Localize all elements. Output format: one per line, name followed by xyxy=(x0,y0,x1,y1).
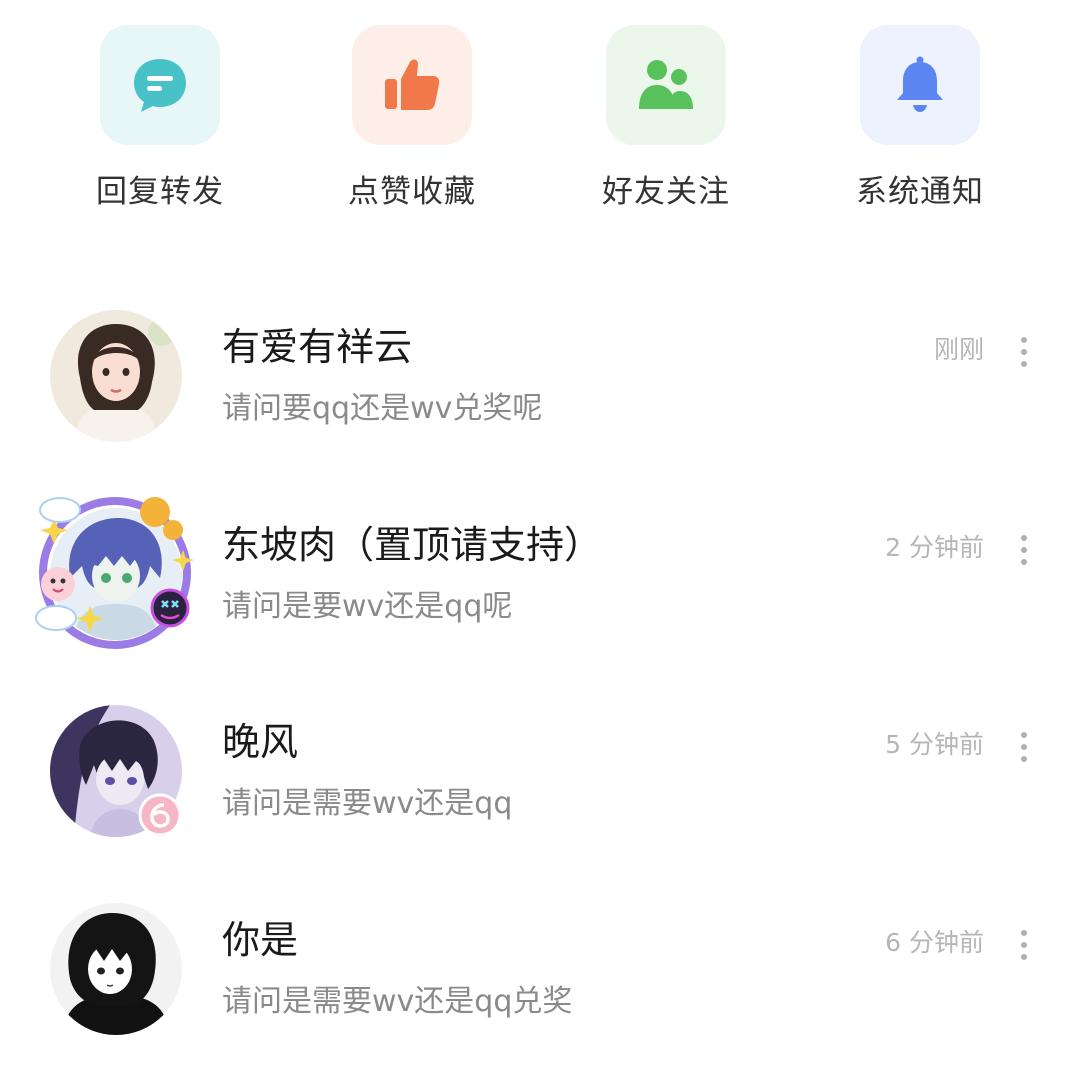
message-preview: 请问是要wv还是qq呢 xyxy=(222,589,513,624)
message-preview: 请问是需要wv还是qq xyxy=(222,786,513,821)
girl-portrait-avatar xyxy=(50,310,182,442)
reply-forward-tile xyxy=(100,25,220,145)
contact-name: 晚风 xyxy=(222,720,299,764)
system-notice-tile xyxy=(860,25,980,145)
contact-name: 你是 xyxy=(222,918,299,962)
message-category-bar: 回复转发 点赞收藏 好友关注 系统通知 xyxy=(0,0,1080,240)
system-notice-label: 系统通知 xyxy=(856,174,984,210)
reply-forward-label: 回复转发 xyxy=(96,174,224,210)
more-options-icon[interactable] xyxy=(1012,334,1036,370)
conversation-item[interactable]: 东坡肉（置顶请支持） 请问是要wv还是qq呢 2 分钟前 xyxy=(0,497,1080,668)
contact-name: 有爱有祥云 xyxy=(222,325,413,369)
message-time: 6 分钟前 xyxy=(885,928,984,957)
more-options-icon[interactable] xyxy=(1012,729,1036,765)
like-collect-tile xyxy=(352,25,472,145)
friends-follow-label: 好友关注 xyxy=(602,174,730,210)
message-time: 5 分钟前 xyxy=(885,730,984,759)
avatar[interactable] xyxy=(50,903,182,1035)
message-preview: 请问要qq还是wv兑奖呢 xyxy=(222,391,543,426)
more-options-icon[interactable] xyxy=(1012,927,1036,963)
avatar[interactable] xyxy=(50,310,182,442)
message-time: 刚刚 xyxy=(933,335,984,364)
like-collect-entry[interactable]: 点赞收藏 xyxy=(332,25,492,225)
message-time: 2 分钟前 xyxy=(885,533,984,562)
like-collect-label: 点赞收藏 xyxy=(348,174,476,210)
message-preview: 请问是需要wv还是qq兑奖 xyxy=(222,984,573,1019)
contact-name: 东坡肉（置顶请支持） xyxy=(222,523,603,567)
thumbs-up-icon xyxy=(385,59,440,110)
avatar-decoration-frame xyxy=(35,497,194,649)
conversation-item[interactable]: 有爱有祥云 请问要qq还是wv兑奖呢 刚刚 xyxy=(0,310,1080,470)
friends-icon xyxy=(639,60,693,109)
conversation-item[interactable]: 晚风 请问是需要wv还是qq 5 分钟前 xyxy=(0,705,1080,865)
bell-icon xyxy=(897,56,943,112)
reply-forward-icon xyxy=(134,59,186,112)
conversation-item[interactable]: 你是 请问是需要wv还是qq兑奖 6 分钟前 xyxy=(0,903,1080,1063)
anime-girl-bw-avatar xyxy=(50,903,182,1035)
friends-follow-tile xyxy=(606,25,726,145)
system-notice-entry[interactable]: 系统通知 xyxy=(840,25,1000,225)
friends-follow-entry[interactable]: 好友关注 xyxy=(586,25,746,225)
reply-forward-entry[interactable]: 回复转发 xyxy=(80,25,240,225)
level-badge-icon xyxy=(138,793,182,837)
more-options-icon[interactable] xyxy=(1012,532,1036,568)
